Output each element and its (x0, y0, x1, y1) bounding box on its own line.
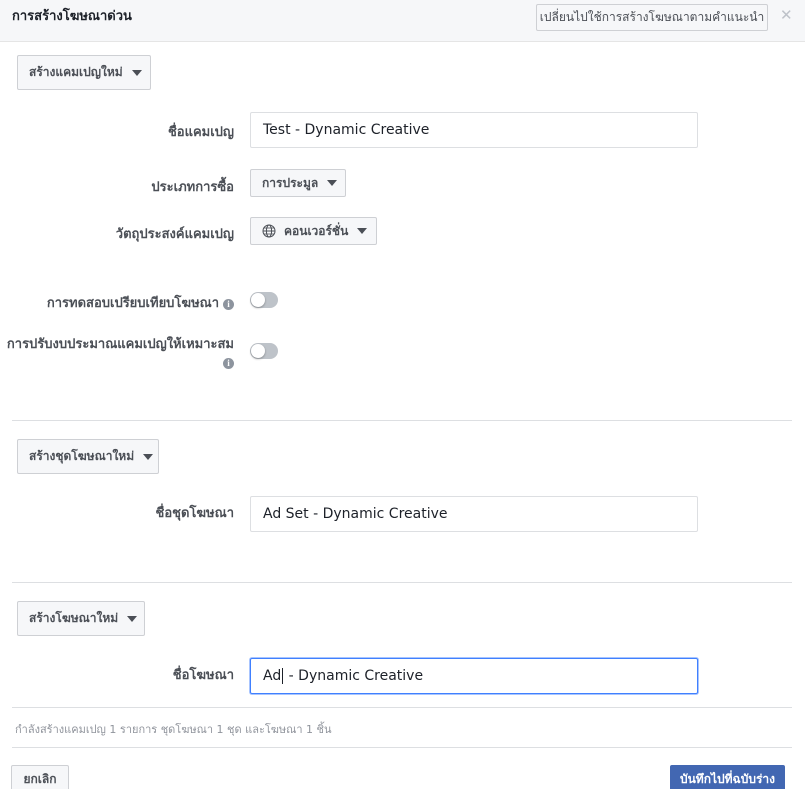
ad-name-value-after-cursor: - Dynamic Creative (284, 668, 424, 684)
info-icon[interactable]: i (223, 358, 234, 369)
text-cursor (282, 668, 284, 684)
adset-name-label: ชื่อชุดโฆษณา (155, 506, 234, 521)
caret-down-icon (143, 453, 154, 460)
ad-name-value-before-cursor: Ad (263, 668, 282, 684)
buying-type-label: ประเภทการซื้อ (151, 180, 234, 195)
caret-down-icon (127, 615, 138, 622)
caret-down-icon (357, 228, 368, 234)
create-campaign-label: สร้างแคมเปญใหม่ (29, 65, 123, 79)
adset-name-input[interactable]: Ad Set - Dynamic Creative (250, 496, 698, 532)
caret-down-icon (131, 69, 142, 76)
footer-divider (12, 747, 792, 748)
save-to-draft-button[interactable]: บันทึกไปที่ฉบับร่าง (670, 765, 785, 789)
split-test-toggle[interactable] (250, 292, 278, 308)
globe-icon (262, 224, 276, 238)
create-adset-label: สร้างชุดโฆษณาใหม่ (29, 449, 135, 463)
budget-optimization-label: การปรับงบประมาณแคมเปญให้เหมาะสม i (4, 336, 234, 372)
toggle-knob (251, 293, 265, 307)
buying-type-value: การประมูล (262, 175, 319, 190)
campaign-name-input[interactable]: Test - Dynamic Creative (250, 112, 698, 148)
creation-summary-text: กำลังสร้างแคมเปญ 1 รายการ ชุดโฆษณา 1 ชุด… (15, 723, 332, 736)
campaign-name-label: ชื่อแคมเปญ (167, 125, 234, 140)
split-test-label: การทดสอบเปรียบเทียบโฆษณา i (47, 292, 234, 313)
budget-optimization-toggle[interactable] (250, 343, 278, 359)
buying-type-dropdown[interactable]: การประมูล (250, 169, 346, 197)
ad-name-label: ชื่อโฆษณา (172, 668, 234, 683)
info-icon[interactable]: i (223, 299, 234, 310)
create-ad-dropdown[interactable]: สร้างโฆษณาใหม่ (17, 601, 145, 636)
cancel-button[interactable]: ยกเลิก (11, 765, 69, 789)
budget-optimization-label-text: การปรับงบประมาณแคมเปญให้เหมาะสม (6, 337, 234, 352)
section-divider (12, 420, 792, 421)
switch-to-guided-creation-button[interactable]: เปลี่ยนไปใช้การสร้างโฆษณาตามคำแนะนำ (536, 4, 768, 31)
toggle-knob (251, 344, 265, 358)
adset-name-value: Ad Set - Dynamic Creative (263, 506, 448, 522)
ad-name-input[interactable]: Ad - Dynamic Creative (250, 658, 698, 694)
campaign-objective-label: วัตถุประสงค์แคมเปญ (115, 227, 234, 242)
create-campaign-dropdown[interactable]: สร้างแคมเปญใหม่ (17, 55, 151, 90)
close-icon[interactable]: ✕ (780, 8, 793, 23)
dialog-title: การสร้างโฆษณาด่วน (12, 9, 132, 24)
split-test-label-text: การทดสอบเปรียบเทียบโฆษณา (46, 296, 219, 311)
create-ad-label: สร้างโฆษณาใหม่ (29, 611, 119, 625)
campaign-objective-dropdown[interactable]: คอนเวอร์ชั่น (250, 217, 377, 245)
create-adset-dropdown[interactable]: สร้างชุดโฆษณาใหม่ (17, 439, 159, 474)
section-divider (12, 582, 792, 583)
caret-down-icon (327, 180, 338, 186)
campaign-name-value: Test - Dynamic Creative (263, 122, 430, 138)
campaign-objective-value: คอนเวอร์ชั่น (284, 223, 349, 238)
section-divider (12, 707, 792, 708)
dialog-header: การสร้างโฆษณาด่วน เปลี่ยนไปใช้การสร้างโฆ… (0, 0, 805, 42)
